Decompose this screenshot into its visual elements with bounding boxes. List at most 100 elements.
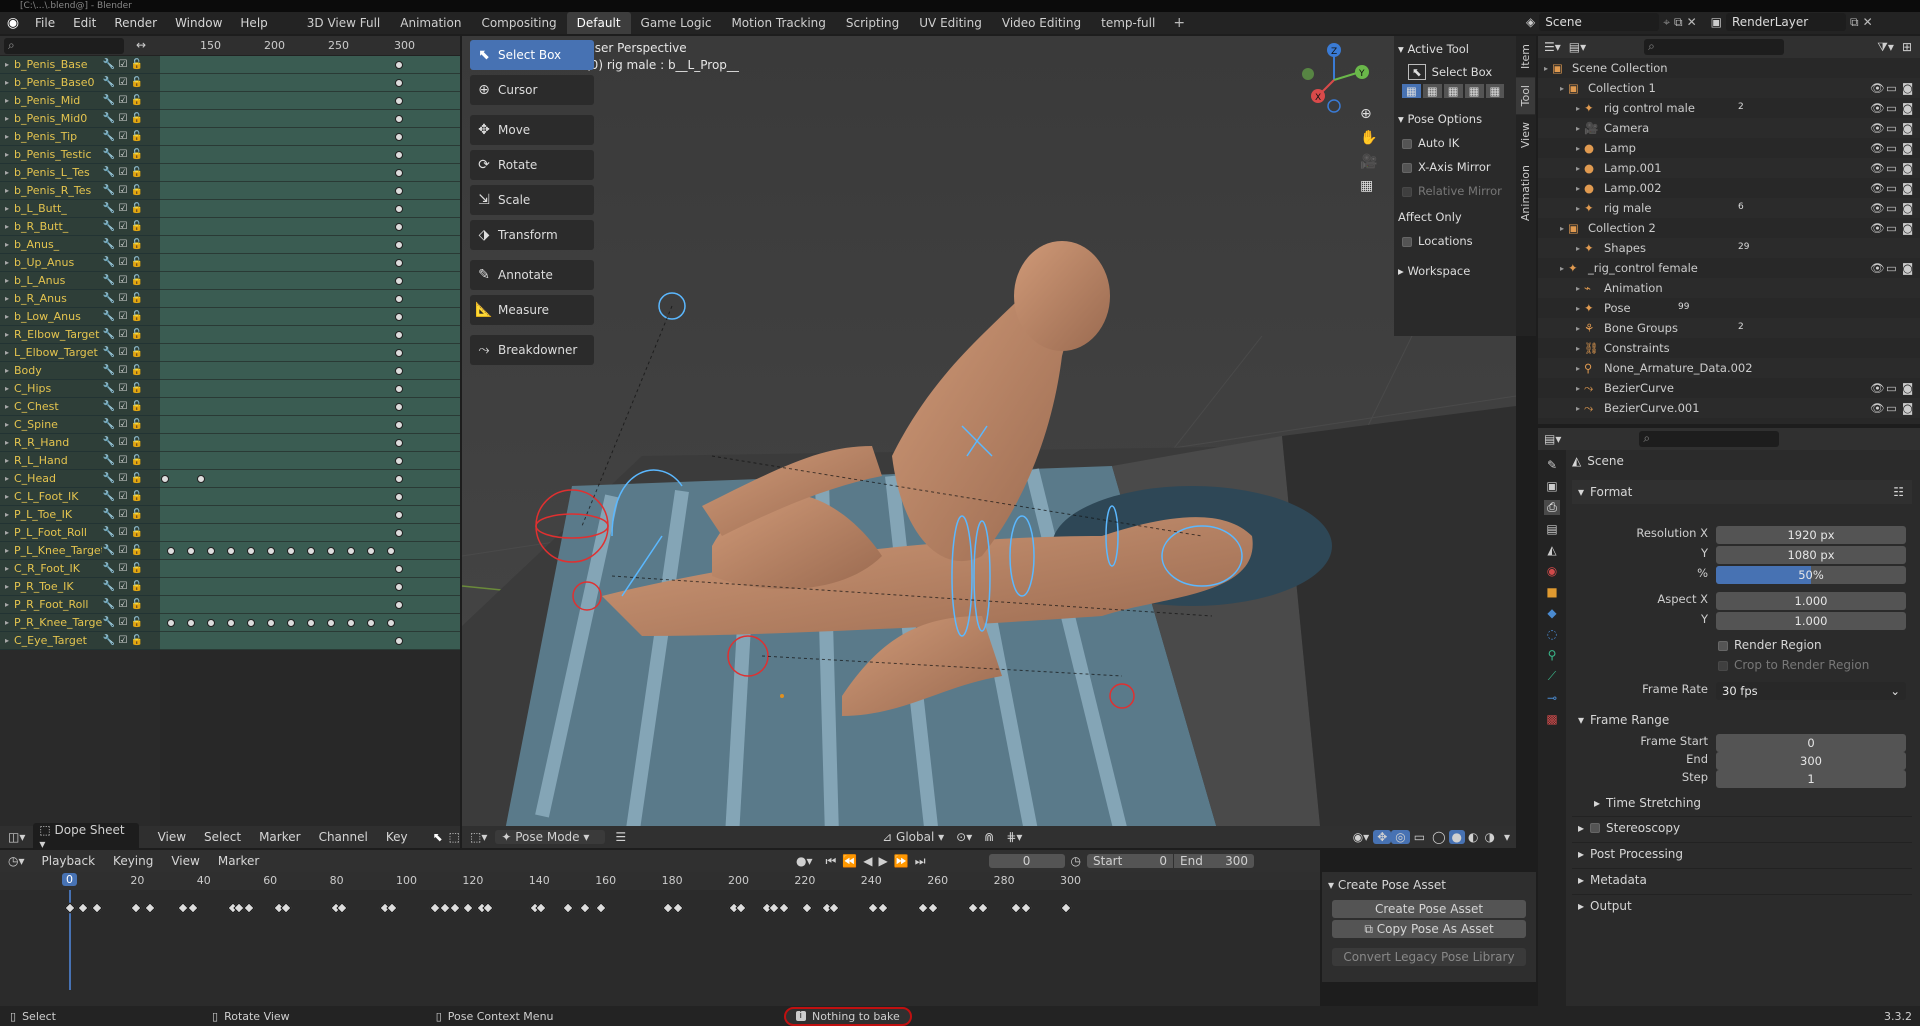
play-icon[interactable]: ▶	[876, 854, 891, 868]
keyframe[interactable]	[395, 367, 403, 375]
menu-render[interactable]: Render	[105, 12, 166, 34]
channel-row[interactable]: ▸ b_Penis_Base0 🔧 ☑ 🔓	[0, 74, 160, 92]
keyframe-row[interactable]	[160, 596, 460, 614]
menu-help[interactable]: Help	[231, 12, 276, 34]
keyframe[interactable]	[395, 475, 403, 483]
render-toggle-icon[interactable]: ◙	[1902, 121, 1920, 135]
wrench-icon[interactable]: 🔧	[102, 257, 116, 268]
new-collection-icon[interactable]: ⊞	[1902, 40, 1912, 54]
render-toggle-icon[interactable]: ◙	[1902, 261, 1920, 275]
channel-row[interactable]: ▸ b_R_Anus 🔧 ☑ 🔓	[0, 290, 160, 308]
timeline-keyframe[interactable]	[90, 902, 103, 914]
expand-icon[interactable]: ▸	[0, 78, 14, 87]
lock-icon[interactable]: 🔓	[130, 95, 144, 106]
keyframe[interactable]	[167, 619, 175, 627]
keyframe[interactable]	[395, 97, 403, 105]
outliner-row[interactable]: ▸ ⚲ None_Armature_Data.002	[1538, 358, 1920, 378]
checkbox-icon[interactable]: ☑	[116, 293, 130, 304]
orientation-selector[interactable]: ⊿ Global ▾	[876, 830, 950, 844]
wrench-icon[interactable]: 🔧	[102, 509, 116, 520]
channel-row[interactable]: ▸ C_Hips 🔧 ☑ 🔓	[0, 380, 160, 398]
viewport-toggle-icon[interactable]: ▭	[1886, 161, 1902, 175]
viewport-toggle-icon[interactable]: ▭	[1886, 81, 1902, 95]
keyframe[interactable]	[395, 565, 403, 573]
checkbox-icon[interactable]: ☑	[116, 239, 130, 250]
delete-layer-icon[interactable]: ✕	[1863, 15, 1873, 29]
keyframe[interactable]	[207, 619, 215, 627]
lock-icon[interactable]: 🔓	[130, 455, 144, 466]
checkbox-icon[interactable]: ☑	[116, 581, 130, 592]
tool-scale[interactable]: ⇲ Scale	[470, 185, 594, 215]
channel-row[interactable]: ▸ P_R_Knee_Target 🔧 ☑ 🔓	[0, 614, 160, 632]
record-icon[interactable]: ●▾	[786, 854, 823, 868]
jump-end-icon[interactable]: ⏭	[912, 854, 929, 869]
keyframe-row[interactable]	[160, 434, 460, 452]
keyframe-row[interactable]	[160, 236, 460, 254]
keyframe-row[interactable]	[160, 344, 460, 362]
checkbox-icon[interactable]: ☑	[116, 185, 130, 196]
render-tab-icon[interactable]: ▣	[1546, 479, 1557, 493]
dope-menu-marker[interactable]: Marker	[250, 826, 309, 848]
mode-selector[interactable]: ✦ Pose Mode ▾	[495, 830, 606, 844]
wrench-icon[interactable]: 🔧	[102, 599, 116, 610]
lock-icon[interactable]: 🔓	[130, 59, 144, 70]
create-pose-asset-button[interactable]: Create Pose Asset	[1332, 900, 1526, 918]
checkbox-icon[interactable]	[1590, 822, 1601, 833]
render-toggle-icon[interactable]: ◙	[1902, 81, 1920, 95]
expand-icon[interactable]: ▸	[0, 150, 14, 159]
channel-row[interactable]: ▸ R_Elbow_Target 🔧 ☑ 🔓	[0, 326, 160, 344]
wrench-icon[interactable]: 🔧	[102, 491, 116, 502]
pose-asset-header[interactable]: ▾ Create Pose Asset	[1328, 878, 1530, 892]
new-layer-icon[interactable]: ⧉	[1850, 15, 1859, 30]
checkbox-icon[interactable]: ☑	[116, 599, 130, 610]
xray-icon[interactable]: ▭	[1410, 830, 1429, 844]
keyframe-row[interactable]	[160, 200, 460, 218]
checkbox-icon[interactable]: ☑	[116, 419, 130, 430]
timeline-menu-keying[interactable]: Keying	[104, 850, 162, 872]
render-layer-icon[interactable]: ▣	[1711, 15, 1722, 29]
channel-row[interactable]: ▸ C_Chest 🔧 ☑ 🔓	[0, 398, 160, 416]
physics-tab-icon[interactable]: ◌	[1547, 627, 1557, 641]
channel-row[interactable]: ▸ P_R_Toe_IK 🔧 ☑ 🔓	[0, 578, 160, 596]
checkbox-icon[interactable]: ☑	[116, 329, 130, 340]
keyframe[interactable]	[395, 205, 403, 213]
keyframe[interactable]	[395, 79, 403, 87]
workspace-tab-animation[interactable]: Animation	[390, 12, 471, 34]
timeline-keyframe[interactable]	[1020, 902, 1032, 914]
expand-icon[interactable]: ▸	[0, 582, 14, 591]
lock-icon[interactable]: 🔓	[130, 581, 144, 592]
wrench-icon[interactable]: 🔧	[102, 419, 116, 430]
keyframe-row[interactable]	[160, 326, 460, 344]
keyframe[interactable]	[395, 493, 403, 501]
expand-icon[interactable]: ▸	[0, 114, 14, 123]
expand-icon[interactable]: ▸	[0, 312, 14, 321]
keyframe-row[interactable]	[160, 614, 460, 632]
keyframe[interactable]	[395, 637, 403, 645]
visibility-eye-icon[interactable]: 👁	[1870, 201, 1886, 215]
keyframe[interactable]	[395, 169, 403, 177]
timeline-keyframe[interactable]	[187, 902, 199, 914]
render-toggle-icon[interactable]: ◙	[1902, 201, 1920, 215]
menu-edit[interactable]: Edit	[64, 12, 105, 34]
workspace-header[interactable]: ▸ Workspace	[1398, 264, 1512, 278]
keyframe[interactable]	[395, 223, 403, 231]
frame-step-field[interactable]: 1	[1716, 770, 1906, 788]
lock-icon[interactable]: 🔓	[130, 437, 144, 448]
select-tool-icon[interactable]: ⬉	[433, 830, 443, 844]
expand-icon[interactable]: ▸	[1538, 124, 1584, 133]
keyframe[interactable]	[367, 547, 375, 555]
keyframe-row[interactable]	[160, 470, 460, 488]
wrench-icon[interactable]: 🔧	[102, 383, 116, 394]
wrench-icon[interactable]: 🔧	[102, 527, 116, 538]
keyframe[interactable]	[367, 619, 375, 627]
output-tab-icon[interactable]: ⎙	[1544, 500, 1560, 515]
lock-icon[interactable]: 🔓	[130, 149, 144, 160]
outliner-row[interactable]: ▸ ⤳ BezierCurve 👁 ▭ ◙	[1538, 378, 1920, 398]
channel-row[interactable]: ▸ P_L_Toe_IK 🔧 ☑ 🔓	[0, 506, 160, 524]
wrench-icon[interactable]: 🔧	[102, 275, 116, 286]
visibility-eye-icon[interactable]: 👁	[1870, 261, 1886, 275]
channel-row[interactable]: ▸ b_Penis_Testic 🔧 ☑ 🔓	[0, 146, 160, 164]
outliner-row[interactable]: ▸ ⤳ BezierCurve.001 👁 ▭ ◙	[1538, 398, 1920, 418]
resolution-y-field[interactable]: 1080 px	[1716, 546, 1906, 564]
outliner-row[interactable]: ▸ ✦ rig control male 👁 ▭ ◙ 2	[1538, 98, 1920, 118]
